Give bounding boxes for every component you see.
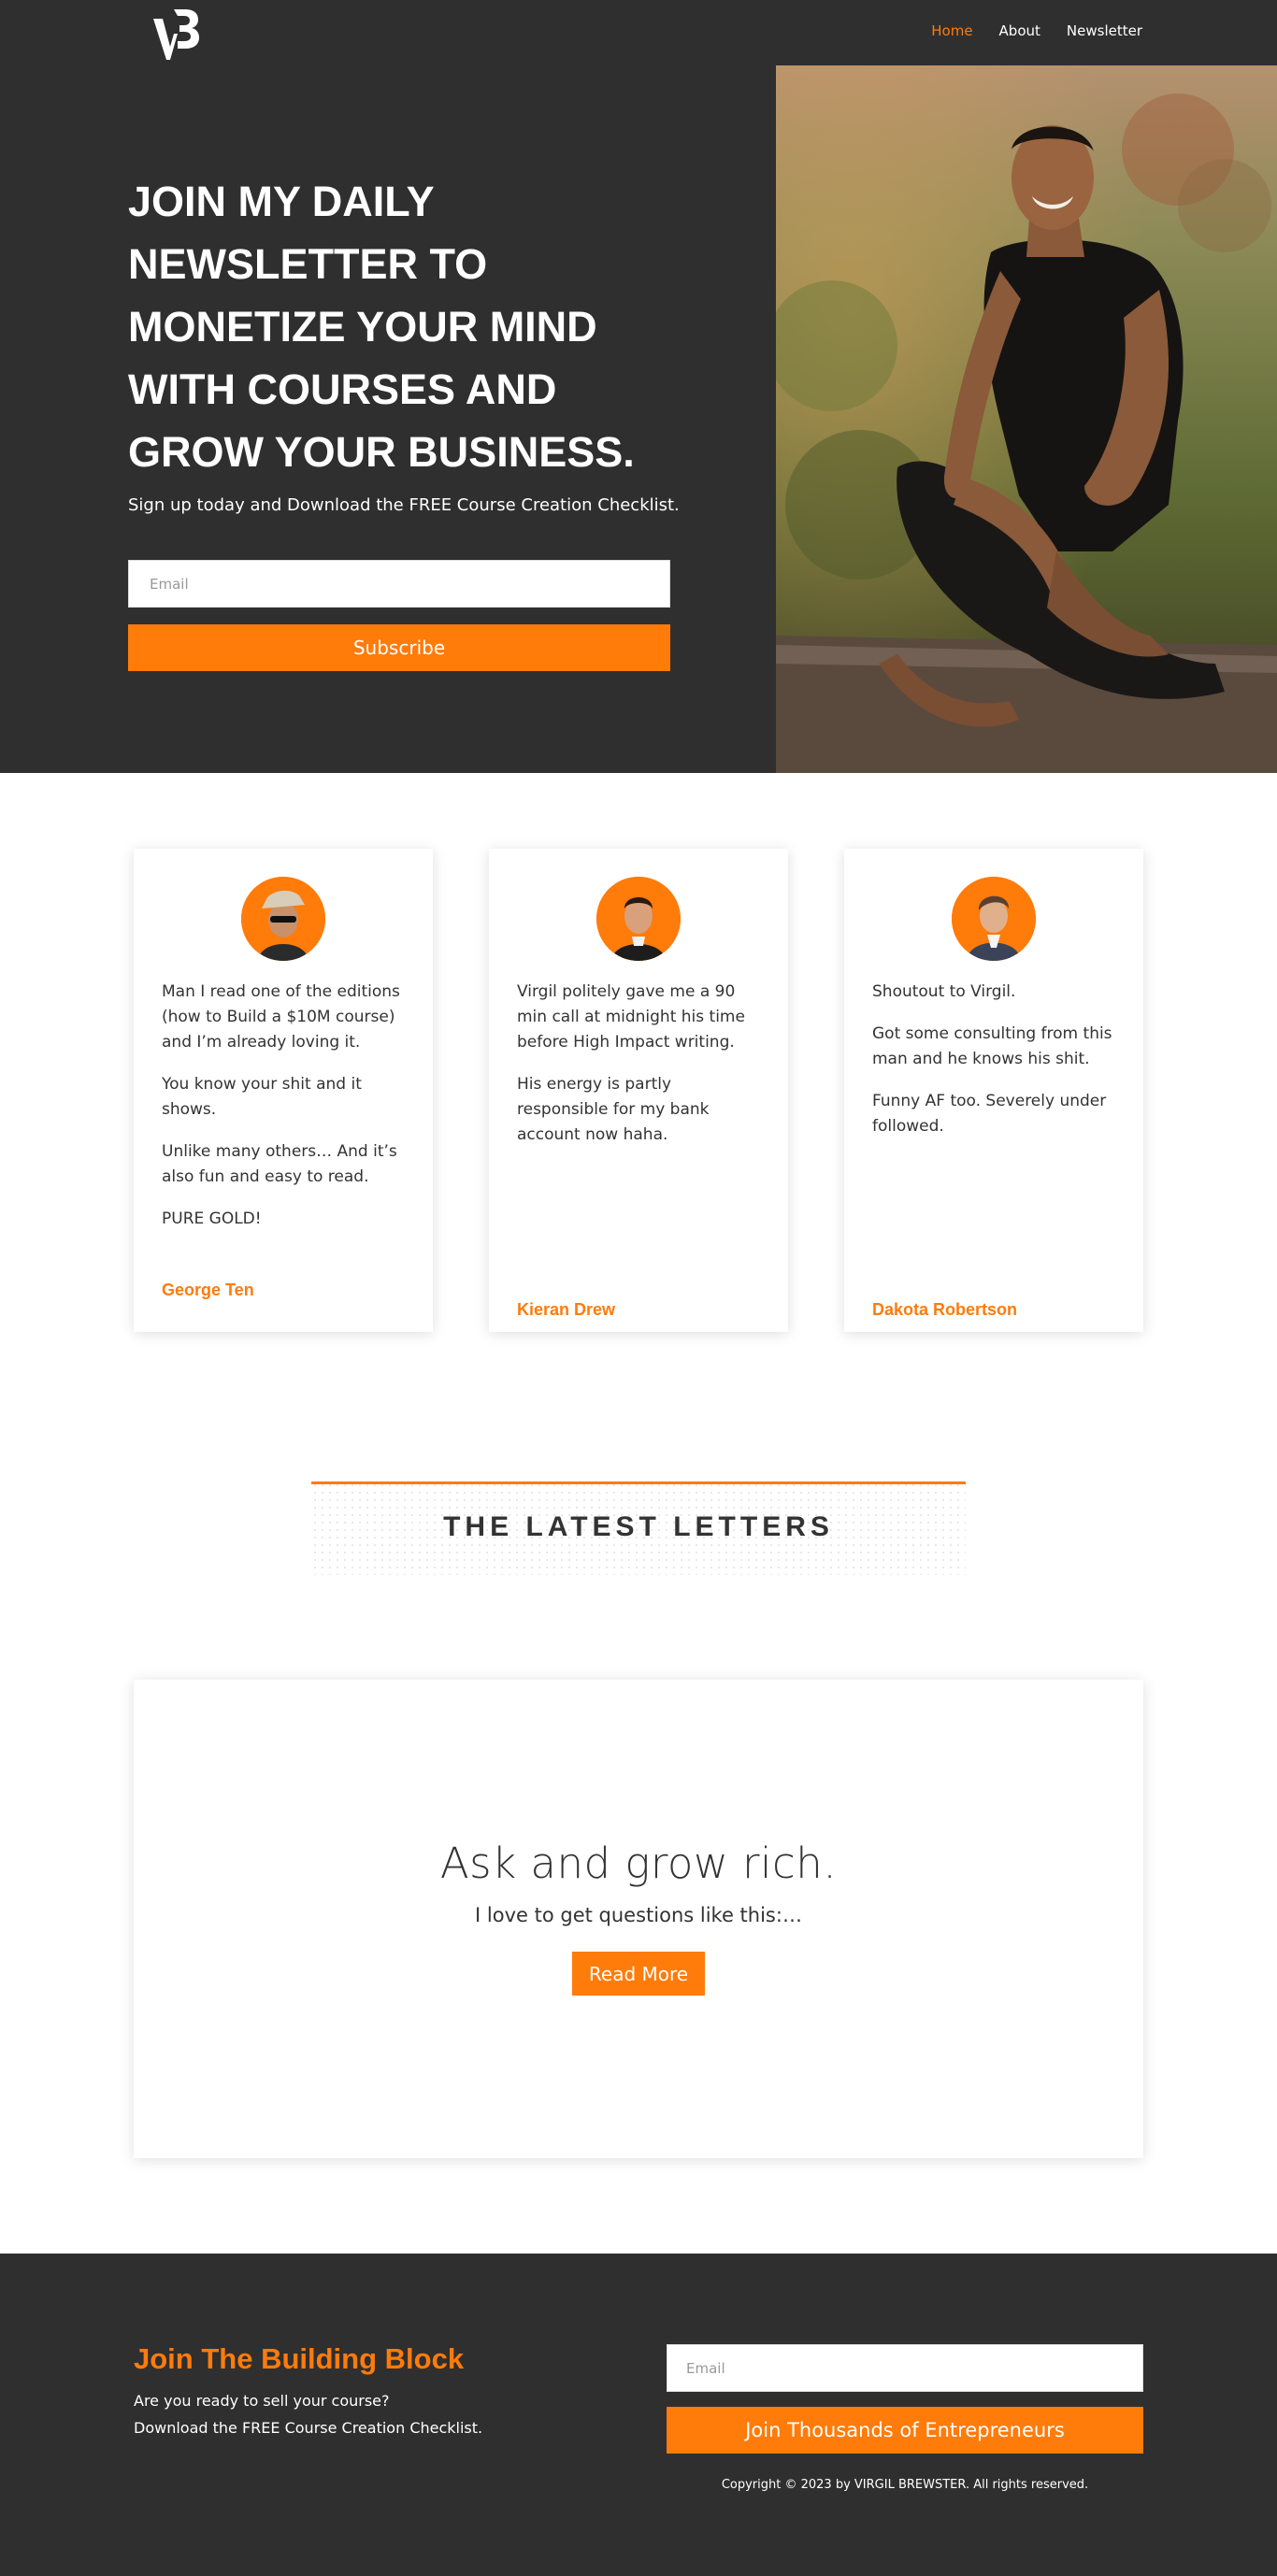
footer-text-line: Download the FREE Course Creation Checkl… (134, 2419, 483, 2437)
quote-paragraph: Shoutout to Virgil. (872, 982, 1016, 1001)
testimonial-card: Virgil politely gave me a 90 min call at… (489, 849, 788, 1332)
footer-text-line: Are you ready to sell your course? (134, 2392, 390, 2410)
copyright-text: Copyright © 2023 by VIRGIL BREWSTER. All… (721, 2478, 1089, 2492)
footer-heading: Join The Building Block (134, 2342, 465, 2375)
quote-paragraph: You know your shit and it shows. (162, 1075, 362, 1119)
avatar (241, 877, 325, 961)
post-title[interactable]: Ask and grow rich. (134, 1839, 1143, 1888)
nav-home[interactable]: Home (931, 22, 972, 39)
read-more-button[interactable]: Read More (572, 1952, 705, 1996)
hero-photo (776, 65, 1277, 773)
quote-paragraph: PURE GOLD! (162, 1209, 262, 1228)
subscribe-button[interactable]: Subscribe (128, 624, 670, 671)
testimonial-card: Shoutout to Virgil. Got some consulting … (844, 849, 1143, 1332)
accent-divider (311, 1481, 966, 1484)
quote-paragraph: Man I read one of the editions (how to B… (162, 982, 400, 1052)
nav-newsletter[interactable]: Newsletter (1067, 22, 1142, 39)
join-button[interactable]: Join Thousands of Entrepreneurs (667, 2407, 1143, 2454)
avatar (596, 877, 681, 961)
quote-paragraph: Unlike many others… And it’s also fun an… (162, 1142, 397, 1186)
testimonial-quote: Man I read one of the editions (how to B… (162, 980, 407, 1249)
hero-subtitle: Sign up today and Download the FREE Cour… (128, 495, 680, 515)
site-footer: Join The Building Block Are you ready to… (0, 2254, 1277, 2576)
avatar (952, 877, 1036, 961)
post-excerpt: I love to get questions like this:… (475, 1904, 802, 1926)
testimonial-author: George Ten (162, 1281, 254, 1299)
testimonial-quote: Shoutout to Virgil. Got some consulting … (872, 980, 1117, 1156)
testimonial-author: Kieran Drew (517, 1300, 616, 1319)
quote-paragraph: Virgil politely gave me a 90 min call at… (517, 982, 745, 1052)
testimonial-quote: Virgil politely gave me a 90 min call at… (517, 980, 762, 1165)
quote-paragraph: Funny AF too. Severely under followed. (872, 1092, 1107, 1136)
post-card: Ask and grow rich. I love to get questio… (134, 1680, 1143, 2158)
testimonial-card: Man I read one of the editions (how to B… (134, 849, 433, 1332)
site-header: Home About Newsletter (0, 0, 1277, 65)
latest-letters-header: THE LATEST LETTERS (311, 1481, 966, 1575)
section-title: THE LATEST LETTERS (443, 1511, 834, 1542)
quote-paragraph: His energy is partly responsible for my … (517, 1075, 710, 1144)
main-nav: Home About Newsletter (931, 22, 1142, 39)
hero-title: JOIN MY DAILY NEWSLETTER TO MONETIZE YOU… (128, 178, 635, 476)
nav-about[interactable]: About (999, 22, 1040, 39)
quote-paragraph: Got some consulting from this man and he… (872, 1024, 1112, 1068)
footer-email-input[interactable] (667, 2344, 1143, 2392)
vb-logo[interactable] (150, 6, 202, 65)
testimonial-author: Dakota Robertson (872, 1300, 1018, 1319)
hero-section: JOIN MY DAILY NEWSLETTER TO MONETIZE YOU… (0, 65, 1277, 773)
hero-email-input[interactable] (128, 560, 670, 608)
